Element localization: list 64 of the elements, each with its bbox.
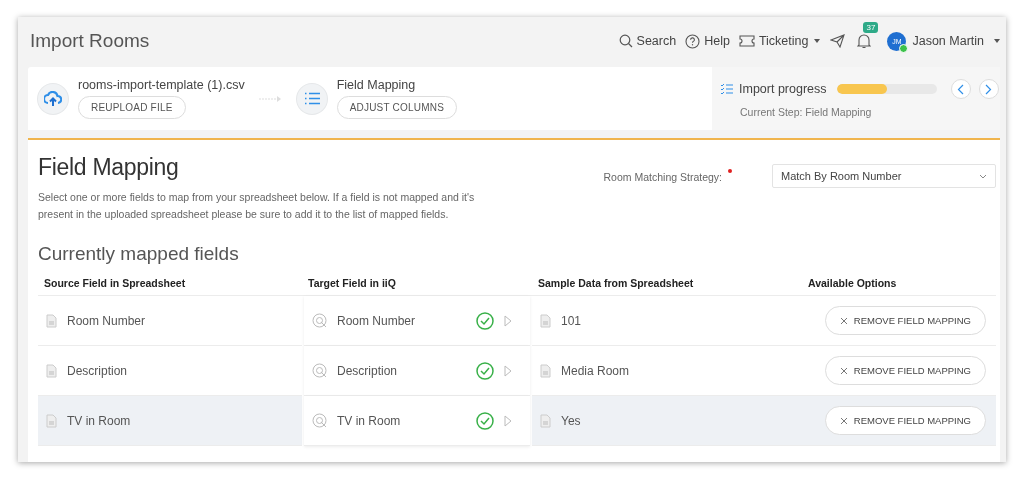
cloud-upload-icon xyxy=(44,90,62,107)
column-header: Available Options xyxy=(802,271,996,296)
check-circle-icon xyxy=(476,411,494,430)
chevron-right-icon xyxy=(985,83,993,95)
user-menu[interactable]: Jason Martin xyxy=(912,34,1000,48)
column-header: Sample Data from Spreadsheet xyxy=(532,271,802,296)
help-link[interactable]: Help xyxy=(685,33,730,49)
source-field: Room Number xyxy=(67,313,146,328)
remove-mapping-button[interactable]: REMOVE FIELD MAPPING xyxy=(824,356,986,385)
next-button[interactable] xyxy=(978,79,999,99)
step-title: rooms-import-template (1).csv xyxy=(78,78,245,92)
ticket-icon xyxy=(738,35,755,47)
target-field[interactable]: TV in Room xyxy=(304,396,530,446)
close-icon xyxy=(839,416,848,425)
instructions-text: Select one or more fields to map from your spreadsheet below. If a field is not mapped and it's present in the uploaded spreadsheet please be sure to add it to the list of mapped fields. xyxy=(38,190,476,222)
reupload-button[interactable]: REUPLOAD FILE xyxy=(78,96,186,119)
column-header: Source Field in Spreadsheet xyxy=(38,271,302,296)
target-field[interactable]: Room Number xyxy=(304,296,530,346)
document-icon xyxy=(540,313,551,328)
target-field[interactable]: Description xyxy=(304,346,530,396)
strategy-label: Room Matching Strategy: xyxy=(603,171,722,183)
checklist-icon xyxy=(720,83,733,95)
play-icon[interactable] xyxy=(504,314,512,327)
check-circle-icon xyxy=(476,361,494,380)
chevron-down-icon xyxy=(979,173,987,179)
play-icon[interactable] xyxy=(504,414,512,427)
notification-badge: 37 xyxy=(863,22,879,33)
document-icon xyxy=(540,363,551,378)
source-field: Description xyxy=(67,363,128,378)
bell-icon[interactable] xyxy=(857,33,872,49)
source-field: TV in Room xyxy=(67,413,131,428)
target-icon xyxy=(312,413,327,428)
remove-mapping-button[interactable]: REMOVE FIELD MAPPING xyxy=(824,306,986,335)
step-arrow-icon xyxy=(258,94,283,103)
sample-value: Media Room xyxy=(561,363,630,378)
page-title: Import Rooms xyxy=(30,30,151,52)
sample-value: 101 xyxy=(561,313,582,328)
section-title: Field Mapping xyxy=(38,154,180,181)
close-icon xyxy=(839,366,848,375)
search-icon xyxy=(618,34,633,48)
search-link[interactable]: Search xyxy=(618,34,677,48)
help-icon xyxy=(685,33,701,49)
step-title: Field Mapping xyxy=(336,78,417,92)
play-icon[interactable] xyxy=(504,364,512,377)
mapped-fields-heading: Currently mapped fields xyxy=(38,243,240,265)
close-icon xyxy=(839,316,848,325)
previous-button[interactable] xyxy=(950,79,971,99)
ticketing-menu[interactable]: Ticketing xyxy=(738,34,821,48)
current-step-text: Current Step: Field Mapping xyxy=(740,106,873,118)
target-icon xyxy=(312,313,327,328)
check-circle-icon xyxy=(476,311,494,330)
progress-label: Import progress xyxy=(739,82,827,96)
remove-mapping-button[interactable]: REMOVE FIELD MAPPING xyxy=(824,406,986,435)
strategy-dropdown[interactable]: Match By Room Number xyxy=(772,164,996,188)
send-icon[interactable] xyxy=(830,34,846,48)
document-icon xyxy=(540,413,551,428)
target-icon xyxy=(312,363,327,378)
document-icon xyxy=(46,363,57,378)
sample-value: Yes xyxy=(561,413,581,428)
list-icon xyxy=(303,92,320,105)
document-icon xyxy=(46,313,57,328)
chevron-left-icon xyxy=(957,83,965,95)
document-icon xyxy=(46,413,57,428)
adjust-columns-button[interactable]: ADJUST COLUMNS xyxy=(336,96,457,119)
